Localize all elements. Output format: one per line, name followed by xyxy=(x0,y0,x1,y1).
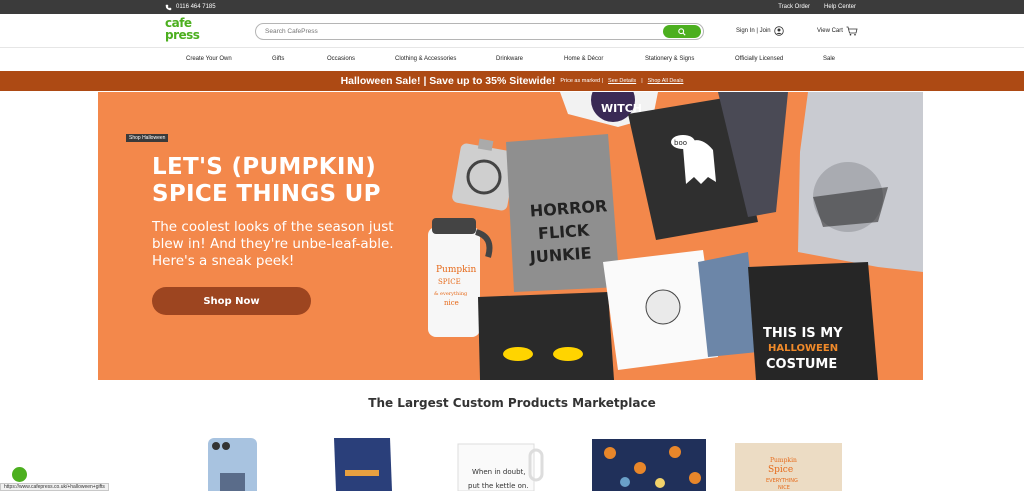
this-is-my-text: THIS IS MY xyxy=(763,326,843,341)
promo-separator: | xyxy=(641,78,643,84)
main-navigation: Create Your Own Gifts Occasions Clothing… xyxy=(0,48,1024,71)
nav-drinkware[interactable]: Drinkware xyxy=(496,56,523,62)
section-title: The Largest Custom Products Marketplace xyxy=(368,396,656,410)
tote-text-2: Spice xyxy=(768,465,793,475)
hero-title-line-1: LET'S (PUMPKIN) xyxy=(152,154,377,180)
hero-banner[interactable]: Shop Halloween LET'S (PUMPKIN) SPICE THI… xyxy=(98,92,923,380)
phone-icon xyxy=(165,4,172,10)
halloween-text: HALLOWEEN xyxy=(768,343,838,354)
see-details-link[interactable]: See Details xyxy=(608,78,636,84)
logo-line-2: press xyxy=(165,28,200,42)
hero-subtitle: The coolest looks of the season just ble… xyxy=(152,219,394,269)
nav-clothing-accessories[interactable]: Clothing & Accessories xyxy=(395,56,456,62)
account-icon xyxy=(773,26,784,36)
sign-in-link[interactable]: Sign In | Join xyxy=(736,26,784,36)
tote-text-4: NICE xyxy=(778,485,790,491)
tumbler-text-4: nice xyxy=(444,299,459,307)
top-utility-bar: 0116 464 7185 Track Order Help Center xyxy=(0,0,1024,14)
help-center-link[interactable]: Help Center xyxy=(824,4,856,10)
tumbler-text-3: & everything xyxy=(434,291,468,297)
mug-product[interactable]: When in doubt, put the kettle on. xyxy=(457,443,544,491)
shop-halloween-tag[interactable]: Shop Halloween xyxy=(126,134,169,142)
hero-title-line-2: SPICE THINGS UP xyxy=(152,181,381,207)
nav-gifts[interactable]: Gifts xyxy=(272,56,284,62)
cart-label: View Cart xyxy=(817,28,843,34)
nav-create-your-own[interactable]: Create Your Own xyxy=(186,56,232,62)
promo-note: Price as marked | xyxy=(560,78,604,84)
costume-text: COSTUME xyxy=(766,357,837,372)
nav-occasions[interactable]: Occasions xyxy=(327,56,355,62)
tumbler-text-1: Pumpkin xyxy=(436,265,476,275)
boo-text: boo xyxy=(674,139,687,147)
product-strip: When in doubt, put the kettle on. Pumpki… xyxy=(208,438,842,491)
tote-text-1: Pumpkin xyxy=(770,457,797,464)
search-bar xyxy=(255,23,704,40)
nav-home-decor[interactable]: Home & Décor xyxy=(564,56,603,62)
phone-number: 0116 464 7185 xyxy=(176,4,216,10)
hero-title: LET'S (PUMPKIN) SPICE THINGS UP xyxy=(152,154,381,208)
nav-officially-licensed[interactable]: Officially Licensed xyxy=(735,56,783,62)
logo-line-1: cafe xyxy=(165,16,192,30)
phone-contact[interactable]: 0116 464 7185 xyxy=(165,4,216,11)
nav-stationery-signs[interactable]: Stationery & Signs xyxy=(645,56,694,62)
tumbler-text-2: SPICE xyxy=(438,278,461,286)
nav-sale[interactable]: Sale xyxy=(823,56,835,62)
tshirt-product[interactable] xyxy=(334,438,392,491)
hero-product-image: WITCH Pumpkin SPICE & everything nice HO… xyxy=(428,92,923,380)
phone-case-product[interactable] xyxy=(208,438,257,491)
search-input[interactable] xyxy=(256,28,663,35)
flick-text: FLICK xyxy=(537,221,590,244)
mug-text-1: When in doubt, xyxy=(472,468,526,476)
shop-all-deals-link[interactable]: Shop All Deals xyxy=(648,78,684,84)
cafepress-logo[interactable]: cafe press xyxy=(165,16,201,44)
mug-text-2: put the kettle on. xyxy=(468,482,529,490)
tote-bag-product[interactable]: Pumpkin Spice EVERYTHING NICE xyxy=(735,443,842,491)
promo-headline: Halloween Sale! | Save up to 35% Sitewid… xyxy=(340,75,556,87)
chat-icon[interactable] xyxy=(10,465,29,484)
shop-now-button[interactable]: Shop Now xyxy=(152,287,311,315)
site-header: cafe press Sign In | Join View Cart xyxy=(0,14,1024,48)
search-icon xyxy=(678,27,686,36)
cart-icon xyxy=(846,26,858,36)
view-cart-link[interactable]: View Cart xyxy=(817,26,858,36)
track-order-link[interactable]: Track Order xyxy=(778,4,810,10)
search-button[interactable] xyxy=(663,25,701,38)
sign-in-label: Sign In | Join xyxy=(736,28,771,34)
browser-status-url: https://www.cafepress.co.uk/+halloween+g… xyxy=(0,483,109,491)
pattern-product[interactable] xyxy=(592,439,706,491)
promo-banner[interactable]: Halloween Sale! | Save up to 35% Sitewid… xyxy=(0,71,1024,91)
tote-text-3: EVERYTHING xyxy=(766,478,798,484)
